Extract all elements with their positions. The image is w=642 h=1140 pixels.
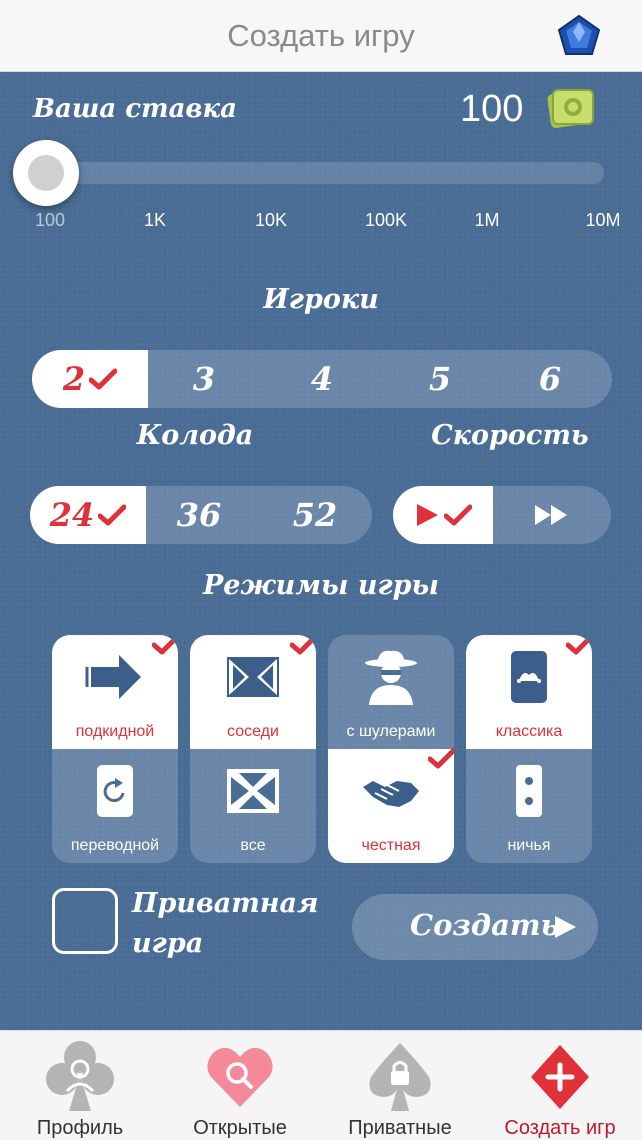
players-option-2[interactable]: 2 [32, 350, 148, 408]
mode-vse[interactable]: все [190, 749, 316, 863]
mode-label: честная [361, 837, 421, 854]
check-icon [290, 635, 316, 655]
tick-label: 1M [474, 210, 500, 230]
mode-column-cheating: с шулерами честная [328, 635, 454, 863]
arrows-four-icon [227, 769, 279, 813]
bet-label: Ваша ставка [33, 94, 237, 124]
spade-lock-icon [369, 1043, 431, 1111]
tab-label: Создать игр [504, 1117, 616, 1139]
option-label: 2 [62, 360, 86, 398]
players-option-5[interactable]: 5 [384, 350, 496, 408]
card-rotate-icon [97, 765, 133, 817]
mode-label: переводной [70, 837, 160, 854]
tab-profile[interactable]: Профиль [0, 1031, 160, 1140]
check-icon [152, 635, 178, 655]
private-game-label: Приватная игра [132, 884, 318, 964]
tab-bar: Профиль Открытые Приватные Создать игр [0, 1030, 642, 1140]
heart-search-icon [207, 1047, 273, 1107]
bet-value: 100 [460, 88, 524, 130]
deck-title: Колода [136, 420, 254, 451]
players-title: Игроки [263, 284, 379, 315]
domino-icon [516, 765, 542, 817]
private-label-line2: игра [132, 928, 204, 959]
mode-label: все [240, 837, 266, 854]
diamond-plus-icon [531, 1045, 589, 1109]
check-icon [444, 504, 472, 526]
tick-label: 10K [254, 210, 288, 230]
mode-column-throw: подкидной переводной [52, 635, 178, 863]
gem-icon[interactable] [555, 12, 603, 60]
players-option-3[interactable]: 3 [148, 350, 260, 408]
card-jester-icon [511, 651, 547, 703]
check-icon [428, 747, 454, 769]
deck-option-36[interactable]: 36 [146, 486, 252, 544]
mode-s-shulerami[interactable]: с шулерами [328, 635, 454, 749]
cheater-icon [365, 650, 417, 705]
handshake-icon [363, 781, 419, 807]
option-label: 6 [538, 360, 562, 398]
mode-label: ничья [507, 837, 551, 854]
mode-perevodnoy[interactable]: переводной [52, 749, 178, 863]
mode-klassika[interactable]: классика [466, 635, 592, 749]
tick-label: 10M [585, 210, 621, 230]
tab-label: Открытые [193, 1117, 287, 1139]
tick-label: 1K [143, 210, 167, 230]
mode-column-draw: классика ничья [466, 635, 592, 863]
players-option-4[interactable]: 4 [266, 350, 378, 408]
play-icon [555, 916, 576, 938]
option-label: 52 [292, 496, 338, 534]
create-button[interactable]: Создать [352, 894, 598, 960]
tab-create-game[interactable]: Создать игр [480, 1031, 640, 1140]
mode-label: с шулерами [346, 723, 436, 740]
banknote-icon [547, 89, 594, 128]
tab-private[interactable]: Приватные [320, 1031, 480, 1140]
deck-option-24[interactable]: 24 [30, 486, 146, 544]
bet-slider-track[interactable] [30, 162, 604, 184]
deck-option-52[interactable]: 52 [258, 486, 372, 544]
private-game-checkbox[interactable] [52, 888, 118, 954]
mode-column-neighbors: соседи все [190, 635, 316, 863]
check-icon [98, 504, 126, 526]
mode-label: классика [495, 723, 563, 740]
mode-label: соседи [227, 723, 279, 740]
option-label: 3 [192, 360, 216, 398]
mode-sosedi[interactable]: соседи [190, 635, 316, 749]
players-selector: 2 3 4 5 6 [32, 350, 612, 408]
play-icon [417, 504, 438, 526]
tick-label: 100K [364, 210, 408, 230]
mode-podkidnoy[interactable]: подкидной [52, 635, 178, 749]
option-label: 36 [176, 496, 222, 534]
top-bar: Создать игру [0, 0, 642, 72]
mode-chestnaya[interactable]: честная [328, 749, 454, 863]
bet-slider-knob[interactable] [13, 140, 79, 206]
fast-forward-icon [535, 505, 567, 525]
players-option-6[interactable]: 6 [494, 350, 606, 408]
modes-title: Режимы игры [202, 570, 440, 601]
speed-option-fast[interactable] [493, 486, 611, 544]
speed-selector [393, 486, 611, 544]
arrow-right-icon [85, 655, 141, 699]
option-label: 4 [310, 360, 334, 398]
speed-title: Скорость [431, 420, 589, 451]
create-game-panel: Ваша ставка 100 100 1K 10K 100K 1M 10M И… [0, 72, 642, 1030]
club-profile-icon [46, 1041, 114, 1111]
create-button-label: Создать [410, 908, 560, 942]
mode-nichya[interactable]: ничья [466, 749, 592, 863]
mode-label: подкидной [75, 723, 155, 740]
deck-selector: 24 36 52 [30, 486, 372, 544]
tab-label: Профиль [36, 1117, 124, 1139]
private-label-line1: Приватная [132, 888, 319, 919]
option-label: 24 [49, 496, 95, 534]
tab-label: Приватные [348, 1117, 452, 1139]
arrows-inward-icon [227, 657, 279, 697]
speed-option-normal[interactable] [393, 486, 493, 544]
check-icon [89, 368, 117, 390]
page-title: Создать игру [227, 18, 415, 53]
check-icon [566, 635, 592, 655]
option-label: 5 [428, 360, 452, 398]
tab-open[interactable]: Открытые [160, 1031, 320, 1140]
tick-label: 100 [34, 210, 66, 230]
